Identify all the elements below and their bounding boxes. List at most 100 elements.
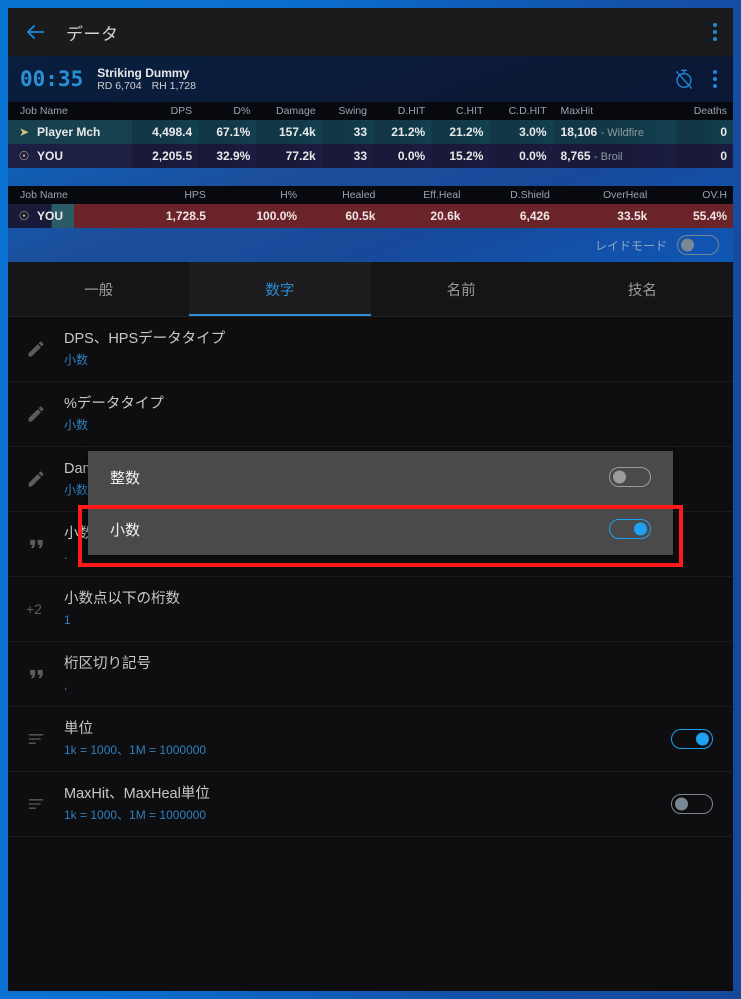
cell-dhit: 21.2% (373, 120, 432, 144)
tab-skill-names[interactable]: 技名 (551, 262, 733, 316)
col-job-name: Job Name (8, 102, 133, 120)
timer-off-icon[interactable] (673, 68, 695, 90)
setting-dps-hps-data-type[interactable]: DPS、HPSデータタイプ 小数 (8, 317, 733, 382)
cell-damage: 77.2k (256, 144, 322, 168)
arrow-left-icon[interactable] (22, 19, 48, 45)
cell-dpct: 32.9% (198, 144, 257, 168)
raid-mode-row: レイドモード (8, 228, 733, 262)
player-name: YOU (37, 209, 64, 223)
maxhit-unit-toggle[interactable] (671, 794, 713, 814)
setting-title: %データタイプ (64, 395, 164, 412)
col-healed: Healed (303, 186, 382, 204)
encounter-stats: RD 6,704 RH 1,728 (97, 80, 206, 92)
cell-dps: 2,205.5 (132, 144, 199, 168)
settings-list: DPS、HPSデータタイプ 小数 %データタイプ 小数 Damageデー (8, 317, 733, 991)
col-dhit: D.HIT (373, 102, 432, 120)
dialog-option-label: 小数 (110, 521, 141, 539)
cell-chit: 15.2% (431, 144, 490, 168)
col-hps: HPS (121, 186, 212, 204)
col-dpct: D% (198, 102, 257, 120)
table-row[interactable]: ☉ YOU 1,728.5 100.0% 60.5k 20.6k 6,426 33… (8, 204, 733, 228)
cell-damage: 157.4k (256, 120, 322, 144)
maxhit-skill: - Wildfire (600, 127, 644, 139)
tab-names[interactable]: 名前 (370, 262, 552, 316)
decimal-toggle[interactable] (609, 519, 651, 539)
cell-dhit: 0.0% (373, 144, 432, 168)
col-hpct: H% (211, 186, 304, 204)
setting-thousands-separator[interactable]: 桁区切り記号 , (8, 642, 733, 707)
pencil-icon (26, 339, 64, 359)
col-dps: DPS (132, 102, 199, 120)
cell-overheal: 33.5k (555, 204, 654, 228)
encounter-timer: 00:35 (20, 67, 84, 91)
cell-deaths: 0 (675, 120, 733, 144)
cell-maxhit: 18,106 - Wildfire (552, 120, 676, 144)
damage-table-header: Job Name DPS D% Damage Swing D.HIT C.HIT… (8, 102, 733, 120)
cell-ovh: 55.4% (653, 204, 733, 228)
setting-title: MaxHit、MaxHeal単位 (64, 785, 210, 802)
cell-cdhit: 3.0% (489, 120, 553, 144)
table-row[interactable]: ☉ YOU 2,205.5 32.9% 77.2k 33 0.0% 15.2% 0… (8, 144, 733, 168)
row-name-cell: ☉ YOU (8, 204, 122, 228)
col-dshield: D.Shield (466, 186, 556, 204)
setting-value: 1k = 1000、1M = 1000000 (64, 743, 207, 758)
maxhit-value: 8,765 (560, 149, 591, 163)
kebab-menu-icon[interactable] (713, 23, 717, 41)
setting-value: 小数 (64, 418, 89, 433)
col-deaths: Deaths (675, 102, 733, 120)
player-name: YOU (37, 149, 64, 163)
setting-value: 1 (64, 613, 71, 628)
row-name-cell: ➤ Player Mch (8, 120, 133, 144)
player-name: Player Mch (37, 125, 101, 139)
col-swing: Swing (321, 102, 374, 120)
setting-title: 単位 (64, 720, 93, 737)
setting-maxhit-maxheal-unit[interactable]: MaxHit、MaxHeal単位 1k = 1000、1M = 1000000 (8, 772, 733, 837)
rhps-value: RH 1,728 (151, 79, 196, 92)
tab-label: 一般 (84, 282, 114, 299)
page-title: データ (66, 24, 119, 44)
tab-general[interactable]: 一般 (8, 262, 190, 316)
encounter-name: Striking Dummy (97, 65, 190, 80)
col-overheal: OverHeal (555, 186, 654, 204)
setting-title: 桁区切り記号 (64, 655, 151, 672)
meter-widget: 00:35 Striking Dummy RD 6,704 RH 1,728 J… (8, 56, 733, 262)
raid-mode-toggle[interactable] (677, 235, 719, 255)
dialog-option-integer[interactable]: 整数 (88, 451, 673, 503)
encounter-info: Striking Dummy RD 6,704 RH 1,728 (97, 66, 206, 93)
tab-numbers[interactable]: 数字 (189, 262, 371, 316)
cell-effheal: 20.6k (381, 204, 467, 228)
cell-maxhit: 8,765 - Broil (552, 144, 676, 168)
plus-two-icon: +2 (26, 601, 42, 617)
cell-dps: 4,498.4 (132, 120, 199, 144)
settings-tabs: 一般 数字 名前 技名 (8, 262, 733, 317)
app-window: データ 00:35 Striking Dummy RD 6,704 RH 1,72… (8, 8, 733, 991)
col-job-name: Job Name (8, 186, 122, 204)
cell-hpct: 100.0% (211, 204, 304, 228)
col-cdhit: C.D.HIT (489, 102, 553, 120)
mch-job-icon: ➤ (18, 125, 30, 139)
setting-unit[interactable]: 単位 1k = 1000、1M = 1000000 (8, 707, 733, 772)
setting-percent-data-type[interactable]: %データタイプ 小数 (8, 382, 733, 447)
col-damage: Damage (256, 102, 322, 120)
cell-dshield: 6,426 (466, 204, 556, 228)
meter-kebab-menu-icon[interactable] (713, 70, 717, 88)
table-row[interactable]: ➤ Player Mch 4,498.4 67.1% 157.4k 33 21.2… (8, 120, 733, 144)
cell-swing: 33 (321, 144, 374, 168)
dialog-option-decimal[interactable]: 小数 (88, 503, 673, 555)
setting-value: , (64, 678, 68, 693)
col-chit: C.HIT (431, 102, 490, 120)
integer-toggle[interactable] (609, 467, 651, 487)
ast-job-icon: ☉ (18, 209, 30, 223)
tab-label: 技名 (627, 282, 657, 299)
cell-healed: 60.5k (303, 204, 382, 228)
setting-decimal-places[interactable]: +2 小数点以下の桁数 1 (8, 577, 733, 642)
damage-table: Job Name DPS D% Damage Swing D.HIT C.HIT… (8, 102, 733, 168)
setting-title: 小数点以下の桁数 (64, 590, 180, 607)
setting-value: 小数 (64, 353, 89, 368)
tab-label: 名前 (446, 282, 476, 299)
cell-hps: 1,728.5 (121, 204, 212, 228)
heal-table-header: Job Name HPS H% Healed Eff.Heal D.Shield… (8, 186, 733, 204)
dialog-option-label: 整数 (110, 469, 141, 487)
tab-label: 数字 (265, 282, 295, 299)
unit-toggle[interactable] (671, 729, 713, 749)
